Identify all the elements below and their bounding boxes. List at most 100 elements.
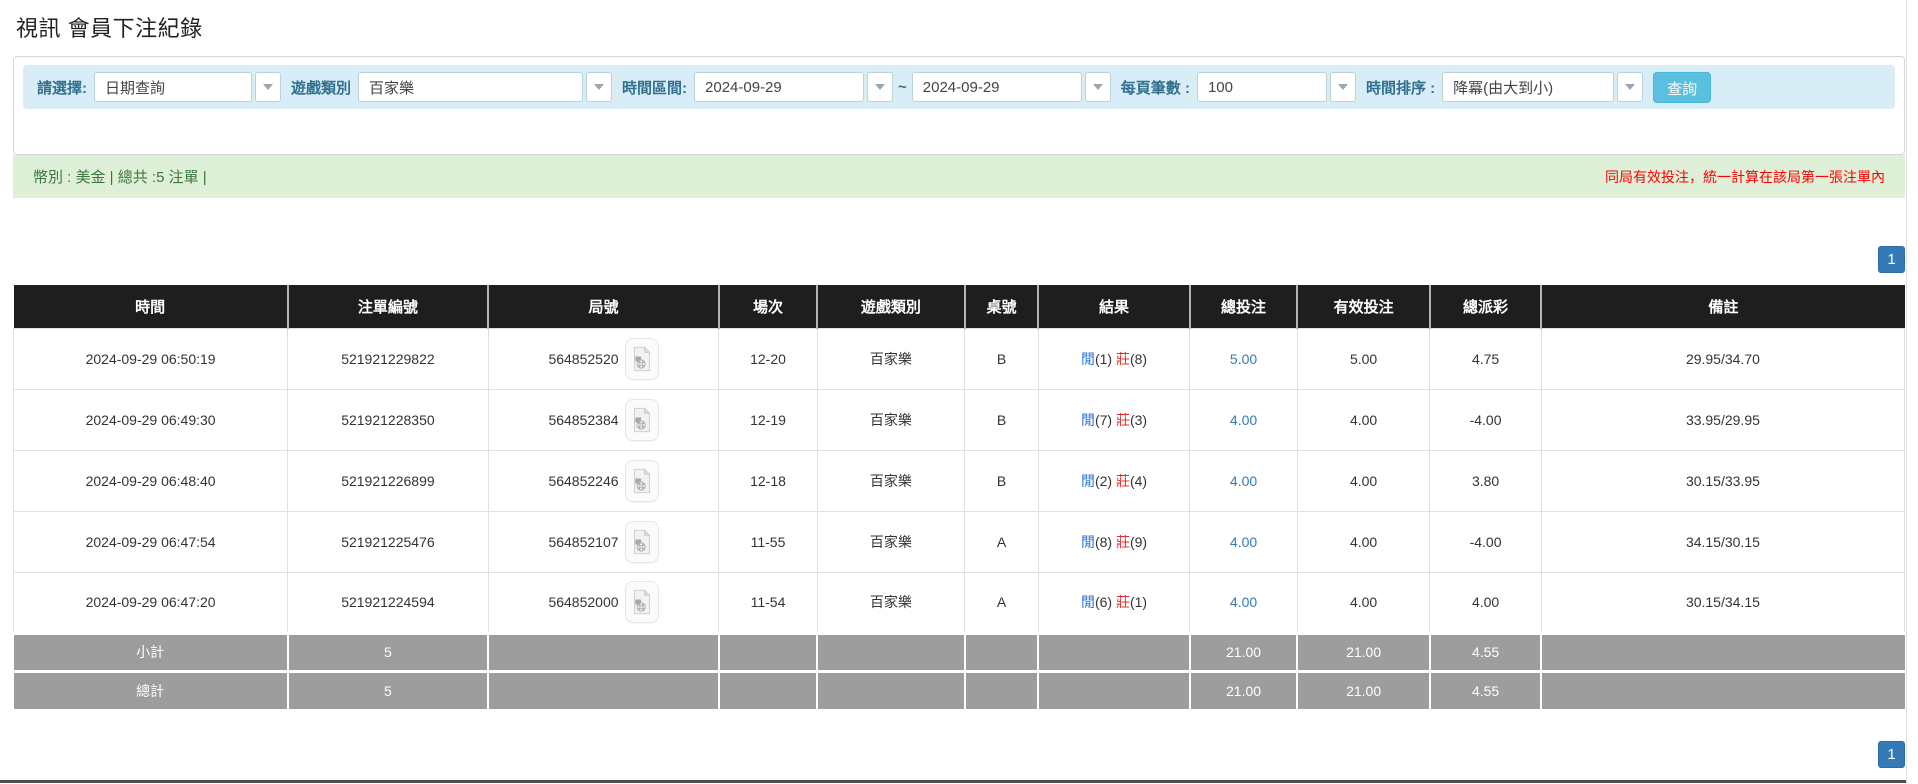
- subtotal-label: 小計: [14, 633, 288, 671]
- cell-time: 2024-09-29 06:47:54: [14, 511, 288, 572]
- date-to-select[interactable]: 2024-09-29: [912, 72, 1111, 102]
- summary-bar: 幣別 : 美金 | 總共 :5 注單 | 同局有效投注，統一計算在該局第一張注單…: [13, 155, 1905, 198]
- date-to-value: 2024-09-29: [912, 72, 1082, 102]
- table-row: 2024-09-29 06:50:19 521921229822 5648525…: [14, 328, 1905, 389]
- round-id-text: 564852520: [548, 351, 618, 367]
- video-replay-button[interactable]: [625, 581, 659, 623]
- cell-valid-bet: 4.00: [1297, 511, 1429, 572]
- chevron-down-icon: [1338, 84, 1348, 90]
- video-file-icon: [632, 589, 652, 615]
- search-button[interactable]: 查詢: [1653, 72, 1711, 103]
- filter-bar: 請選擇: 日期查詢 遊戲類別 百家樂 時間區間: 2024-09-29 ~ 20…: [23, 65, 1895, 109]
- cell-payout: 3.80: [1430, 450, 1542, 511]
- video-replay-button[interactable]: [625, 338, 659, 380]
- player-result-value: (8): [1095, 534, 1112, 550]
- query-type-select[interactable]: 日期查詢: [94, 72, 281, 102]
- video-file-icon: [632, 346, 652, 372]
- video-replay-button[interactable]: [625, 521, 659, 563]
- header-table-no: 桌號: [965, 285, 1039, 328]
- cell-valid-bet: 4.00: [1297, 450, 1429, 511]
- page-size-value: 100: [1197, 72, 1327, 102]
- cell-total-bet: 5.00: [1190, 328, 1298, 389]
- cell-result: 閒(8) 莊(9): [1038, 511, 1189, 572]
- cell-result: 閒(7) 莊(3): [1038, 389, 1189, 450]
- table-header-row: 時間 注單編號 局號 場次 遊戲類別 桌號 結果 總投注 有效投注 總派彩 備註: [14, 285, 1905, 328]
- currency-summary-text: 幣別 : 美金 | 總共 :5 注單 |: [33, 166, 207, 187]
- query-type-dropdown-button[interactable]: [255, 72, 281, 102]
- game-type-value: 百家樂: [358, 72, 583, 102]
- cell-result: 閒(1) 莊(8): [1038, 328, 1189, 389]
- cell-round-id: 564852384: [488, 389, 719, 450]
- filter-panel: 請選擇: 日期查詢 遊戲類別 百家樂 時間區間: 2024-09-29 ~ 20…: [13, 56, 1905, 155]
- game-type-dropdown-button[interactable]: [586, 72, 612, 102]
- total-empty: [719, 671, 817, 709]
- subtotal-empty: [1541, 633, 1904, 671]
- banker-result-label: 莊: [1116, 473, 1130, 489]
- cell-round-id: 564852246: [488, 450, 719, 511]
- page-size-label: 每頁筆數 :: [1121, 77, 1190, 98]
- cell-time: 2024-09-29 06:48:40: [14, 450, 288, 511]
- total-bet-link[interactable]: 4.00: [1230, 473, 1257, 489]
- total-bet-link[interactable]: 4.00: [1230, 534, 1257, 550]
- page-size-dropdown-button[interactable]: [1330, 72, 1356, 102]
- cell-bet-id: 521921225476: [288, 511, 488, 572]
- total-empty: [488, 671, 719, 709]
- cell-bet-id: 521921229822: [288, 328, 488, 389]
- page-1-button[interactable]: 1: [1878, 741, 1905, 768]
- video-file-icon: [632, 468, 652, 494]
- banker-result-value: (3): [1130, 412, 1147, 428]
- player-result-label: 閒: [1081, 351, 1095, 367]
- total-bet-link[interactable]: 4.00: [1230, 594, 1257, 610]
- player-result-label: 閒: [1081, 412, 1095, 428]
- date-from-select[interactable]: 2024-09-29: [694, 72, 893, 102]
- player-result-value: (6): [1095, 594, 1112, 610]
- banker-result-value: (9): [1130, 534, 1147, 550]
- sort-select[interactable]: 降冪(由大到小): [1442, 72, 1643, 102]
- subtotal-row: 小計 5 21.00 21.00 4.55: [14, 633, 1905, 671]
- subtotal-total-bet: 21.00: [1190, 633, 1298, 671]
- total-bet-link[interactable]: 4.00: [1230, 412, 1257, 428]
- total-bet-link[interactable]: 5.00: [1230, 351, 1257, 367]
- header-valid-bet: 有效投注: [1297, 285, 1429, 328]
- pagination-bottom: 1: [13, 741, 1905, 768]
- page-1-button[interactable]: 1: [1878, 246, 1905, 273]
- subtotal-empty: [719, 633, 817, 671]
- game-type-select[interactable]: 百家樂: [358, 72, 612, 102]
- date-from-dropdown-button[interactable]: [867, 72, 893, 102]
- video-replay-button[interactable]: [625, 399, 659, 441]
- cell-result: 閒(6) 莊(1): [1038, 572, 1189, 633]
- total-count: 5: [288, 671, 488, 709]
- date-to-dropdown-button[interactable]: [1085, 72, 1111, 102]
- cell-time: 2024-09-29 06:47:20: [14, 572, 288, 633]
- cell-remark: 34.15/30.15: [1541, 511, 1904, 572]
- header-game: 遊戲類別: [817, 285, 964, 328]
- round-id-text: 564852246: [548, 473, 618, 489]
- video-replay-button[interactable]: [625, 460, 659, 502]
- query-type-value: 日期查詢: [94, 72, 252, 102]
- cell-remark: 33.95/29.95: [1541, 389, 1904, 450]
- header-session: 場次: [719, 285, 817, 328]
- sort-value: 降冪(由大到小): [1442, 72, 1614, 102]
- cell-total-bet: 4.00: [1190, 389, 1298, 450]
- table-row: 2024-09-29 06:49:30 521921228350 5648523…: [14, 389, 1905, 450]
- sort-dropdown-button[interactable]: [1617, 72, 1643, 102]
- cell-bet-id: 521921228350: [288, 389, 488, 450]
- header-result: 結果: [1038, 285, 1189, 328]
- player-result-value: (7): [1095, 412, 1112, 428]
- cell-round-id: 564852520: [488, 328, 719, 389]
- subtotal-empty: [1038, 633, 1189, 671]
- cell-round-id: 564852107: [488, 511, 719, 572]
- player-result-label: 閒: [1081, 534, 1095, 550]
- cell-payout: 4.75: [1430, 328, 1542, 389]
- cell-session: 12-19: [719, 389, 817, 450]
- cell-session: 12-20: [719, 328, 817, 389]
- page-size-select[interactable]: 100: [1197, 72, 1356, 102]
- cell-total-bet: 4.00: [1190, 511, 1298, 572]
- round-id-text: 564852384: [548, 412, 618, 428]
- chevron-down-icon: [875, 84, 885, 90]
- banker-result-label: 莊: [1116, 594, 1130, 610]
- player-result-label: 閒: [1081, 594, 1095, 610]
- tilde-separator: ~: [898, 79, 907, 96]
- header-payout: 總派彩: [1430, 285, 1542, 328]
- round-id-text: 564852107: [548, 534, 618, 550]
